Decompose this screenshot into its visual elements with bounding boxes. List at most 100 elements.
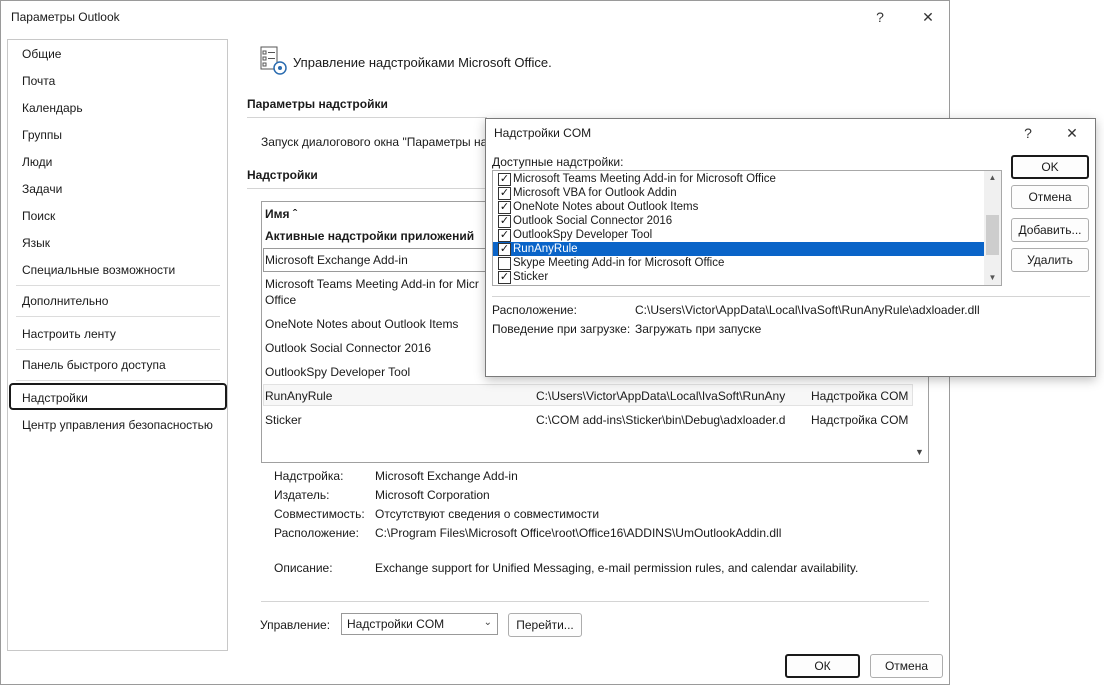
scroll-up-icon[interactable]: ▲ [984, 171, 1001, 185]
checkbox[interactable]: ✓ [498, 215, 511, 228]
divider [261, 601, 929, 602]
cancel-button[interactable]: Отмена [870, 654, 943, 678]
list-scrollbar[interactable]: ▲ ▼ [984, 171, 1001, 285]
nav-item-trust-center[interactable]: Центр управления безопасностью [22, 418, 213, 432]
page-title: Управление надстройками Microsoft Office… [293, 55, 552, 70]
nav-item-language[interactable]: Язык [22, 236, 50, 250]
table-row-name[interactable]: Sticker [265, 413, 302, 427]
checkbox[interactable]: ✓ [498, 201, 511, 214]
com-list-item[interactable]: ✓ Microsoft Teams Meeting Add-in for Mic… [493, 172, 984, 186]
nav-item-addins[interactable]: Надстройки [22, 391, 88, 405]
nav-item-accessibility[interactable]: Специальные возможности [22, 263, 175, 277]
checkbox[interactable]: ✓ [498, 173, 511, 186]
addin-params-text: Запуск диалогового окна "Параметры на [261, 135, 488, 149]
table-row-location: C:\COM add-ins\Sticker\bin\Debug\adxload… [536, 413, 786, 427]
com-addins-list[interactable]: ✓ Microsoft Teams Meeting Add-in for Mic… [492, 170, 1002, 286]
divider [492, 296, 1090, 297]
manage-label: Управление: [260, 618, 331, 632]
nav-item-advanced[interactable]: Дополнительно [22, 294, 108, 308]
dialog-remove-button[interactable]: Удалить [1011, 248, 1089, 272]
dialog-cancel-button[interactable]: Отмена [1011, 185, 1089, 209]
detail-addin-label: Надстройка: [274, 469, 344, 483]
com-item-label: Microsoft Teams Meeting Add-in for Micro… [513, 173, 776, 185]
scroll-thumb[interactable] [986, 215, 999, 255]
dialog-close-button[interactable]: ✕ [1060, 123, 1084, 143]
ok-button[interactable]: ОК [785, 654, 860, 678]
table-row-name[interactable]: Outlook Social Connector 2016 [265, 341, 431, 355]
window-title: Параметры Outlook [11, 10, 120, 24]
detail-location-label: Расположение: [274, 526, 359, 540]
detail-publisher-label: Издатель: [274, 488, 330, 502]
nav-item-people[interactable]: Люди [22, 155, 52, 169]
help-button[interactable]: ? [868, 7, 892, 27]
com-item-label: OneNote Notes about Outlook Items [513, 201, 699, 213]
nav-panel: Общие Почта Календарь Группы Люди Задачи… [7, 39, 228, 651]
com-item-label: RunAnyRule [513, 243, 578, 255]
detail-addin-value: Microsoft Exchange Add-in [375, 469, 518, 483]
nav-item-groups[interactable]: Группы [22, 128, 62, 142]
available-addins-label: Доступные надстройки: [492, 155, 624, 169]
com-list-item[interactable]: ✓ OneNote Notes about Outlook Items [493, 200, 984, 214]
table-row-type: Надстройка COM [811, 413, 909, 427]
nav-item-general[interactable]: Общие [22, 47, 61, 61]
nav-separator [16, 316, 220, 317]
checkbox[interactable] [498, 257, 511, 270]
com-item-label: Sticker [513, 271, 549, 283]
table-row-name[interactable]: Microsoft Teams Meeting Add-in for Micr [265, 277, 479, 291]
scroll-down-icon[interactable]: ▼ [915, 447, 924, 457]
com-item-label: OutlookSpy Developer Tool [513, 229, 653, 241]
com-list-item[interactable]: ✓ Outlook Social Connector 2016 [493, 214, 984, 228]
close-button[interactable]: ✕ [916, 7, 940, 27]
table-row-location: C:\Users\Victor\AppData\Local\IvaSoft\Ru… [536, 389, 786, 403]
nav-separator [16, 380, 220, 381]
divider [247, 117, 487, 118]
manage-dropdown[interactable]: Надстройки COM ⌄ [341, 613, 498, 635]
checkbox[interactable]: ✓ [498, 187, 511, 200]
com-location-label: Расположение: [492, 303, 577, 317]
nav-item-search[interactable]: Поиск [22, 209, 55, 223]
detail-compat-label: Совместимость: [274, 507, 365, 521]
com-list-item-selected[interactable]: ✓ RunAnyRule [493, 242, 984, 256]
table-row-name[interactable]: Microsoft Exchange Add-in [265, 253, 408, 267]
com-item-label: Microsoft VBA for Outlook Addin [513, 187, 677, 199]
table-row-name[interactable]: OneNote Notes about Outlook Items [265, 317, 458, 331]
com-list-item[interactable]: Skype Meeting Add-in for Microsoft Offic… [493, 256, 984, 270]
load-behavior-label: Поведение при загрузке: [492, 322, 631, 336]
com-location-value: C:\Users\Victor\AppData\Local\IvaSoft\Ru… [635, 303, 980, 317]
detail-publisher-value: Microsoft Corporation [375, 488, 490, 502]
chevron-down-icon: ⌄ [483, 617, 492, 628]
scroll-down-icon[interactable]: ▼ [984, 271, 1001, 285]
nav-separator [16, 285, 220, 286]
nav-separator [16, 349, 220, 350]
com-item-label: Skype Meeting Add-in for Microsoft Offic… [513, 257, 725, 269]
dialog-ok-button[interactable]: OK [1011, 155, 1089, 179]
load-behavior-value: Загружать при запуске [635, 322, 762, 336]
table-row-name[interactable]: OutlookSpy Developer Tool [265, 365, 410, 379]
detail-compat-value: Отсутствуют сведения о совместимости [375, 507, 600, 521]
addins-settings-icon [259, 45, 289, 77]
manage-dropdown-value: Надстройки COM [347, 617, 445, 631]
go-button[interactable]: Перейти... [508, 613, 582, 637]
com-list-item[interactable]: ✓ Sticker [493, 270, 984, 284]
addin-params-title: Параметры надстройки [247, 97, 388, 111]
checkbox[interactable]: ✓ [498, 229, 511, 242]
dialog-help-button[interactable]: ? [1016, 123, 1040, 143]
nav-item-tasks[interactable]: Задачи [22, 182, 62, 196]
com-list-item[interactable]: ✓ OutlookSpy Developer Tool [493, 228, 984, 242]
column-header-name[interactable]: Имя ˆ [265, 207, 297, 221]
checkbox[interactable]: ✓ [498, 271, 511, 284]
addins-section-title: Надстройки [247, 168, 318, 182]
table-row-type: Надстройка COM [811, 389, 909, 403]
nav-item-quick-access[interactable]: Панель быстрого доступа [22, 358, 166, 372]
nav-item-customize-ribbon[interactable]: Настроить ленту [22, 327, 116, 341]
detail-description-value: Exchange support for Unified Messaging, … [375, 561, 859, 575]
table-row-name[interactable]: RunAnyRule [265, 389, 332, 403]
table-row-name-cont: Office [265, 293, 297, 307]
dialog-add-button[interactable]: Добавить... [1011, 218, 1089, 242]
group-header-active: Активные надстройки приложений [265, 229, 475, 243]
nav-item-mail[interactable]: Почта [22, 74, 55, 88]
checkbox[interactable]: ✓ [498, 243, 511, 256]
nav-item-calendar[interactable]: Календарь [22, 101, 83, 115]
com-list-item[interactable]: ✓ Microsoft VBA for Outlook Addin [493, 186, 984, 200]
divider [247, 188, 487, 189]
